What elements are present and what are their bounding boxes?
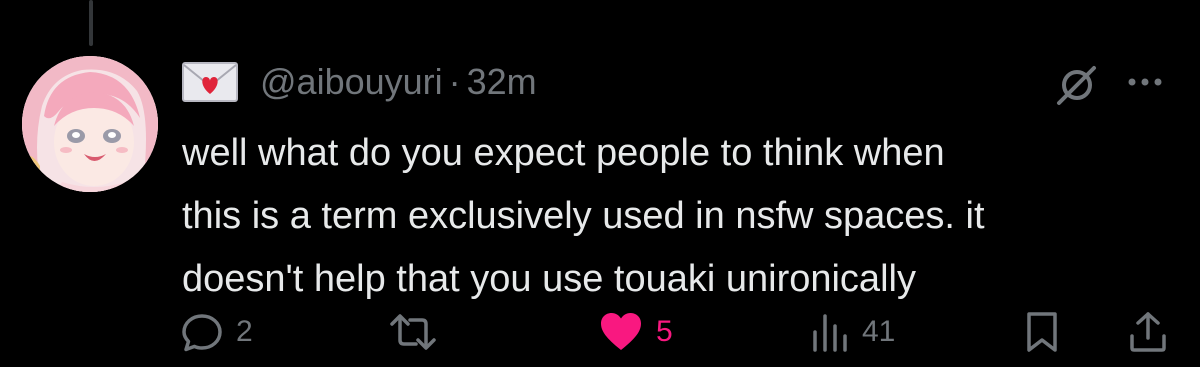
retweet-button[interactable] <box>388 302 450 362</box>
views-icon <box>813 314 847 352</box>
view-count: 41 <box>862 315 896 348</box>
heart-icon <box>601 313 641 350</box>
share-icon <box>1130 312 1166 352</box>
love-letter-icon <box>182 62 238 102</box>
like-button[interactable]: 5 <box>598 302 673 362</box>
grok-icon[interactable] <box>1054 62 1100 108</box>
reply-button[interactable]: 2 <box>180 302 253 362</box>
separator-dot: · <box>448 61 461 102</box>
retweet-icon <box>390 314 436 350</box>
views-button[interactable]: 41 <box>810 302 895 362</box>
tweet-actions: 2 5 41 <box>180 302 1170 362</box>
like-count: 5 <box>656 315 673 348</box>
bookmark-button[interactable] <box>1022 302 1062 362</box>
tweet-text: well what do you expect people to think … <box>182 132 985 300</box>
avatar-image <box>22 56 158 192</box>
bookmark-icon <box>1027 312 1057 352</box>
avatar[interactable] <box>22 56 158 192</box>
handle-and-time: @aibouyuri · 32m <box>260 60 537 104</box>
reply-icon <box>182 314 222 352</box>
user-handle[interactable]: @aibouyuri <box>260 61 443 102</box>
tweet-header: @aibouyuri · 32m <box>182 56 1172 108</box>
reply-count: 2 <box>236 315 253 348</box>
share-button[interactable] <box>1126 302 1170 362</box>
more-options-icon[interactable] <box>1124 64 1166 100</box>
timestamp[interactable]: 32m <box>467 61 537 102</box>
thread-connector-line <box>89 0 93 46</box>
